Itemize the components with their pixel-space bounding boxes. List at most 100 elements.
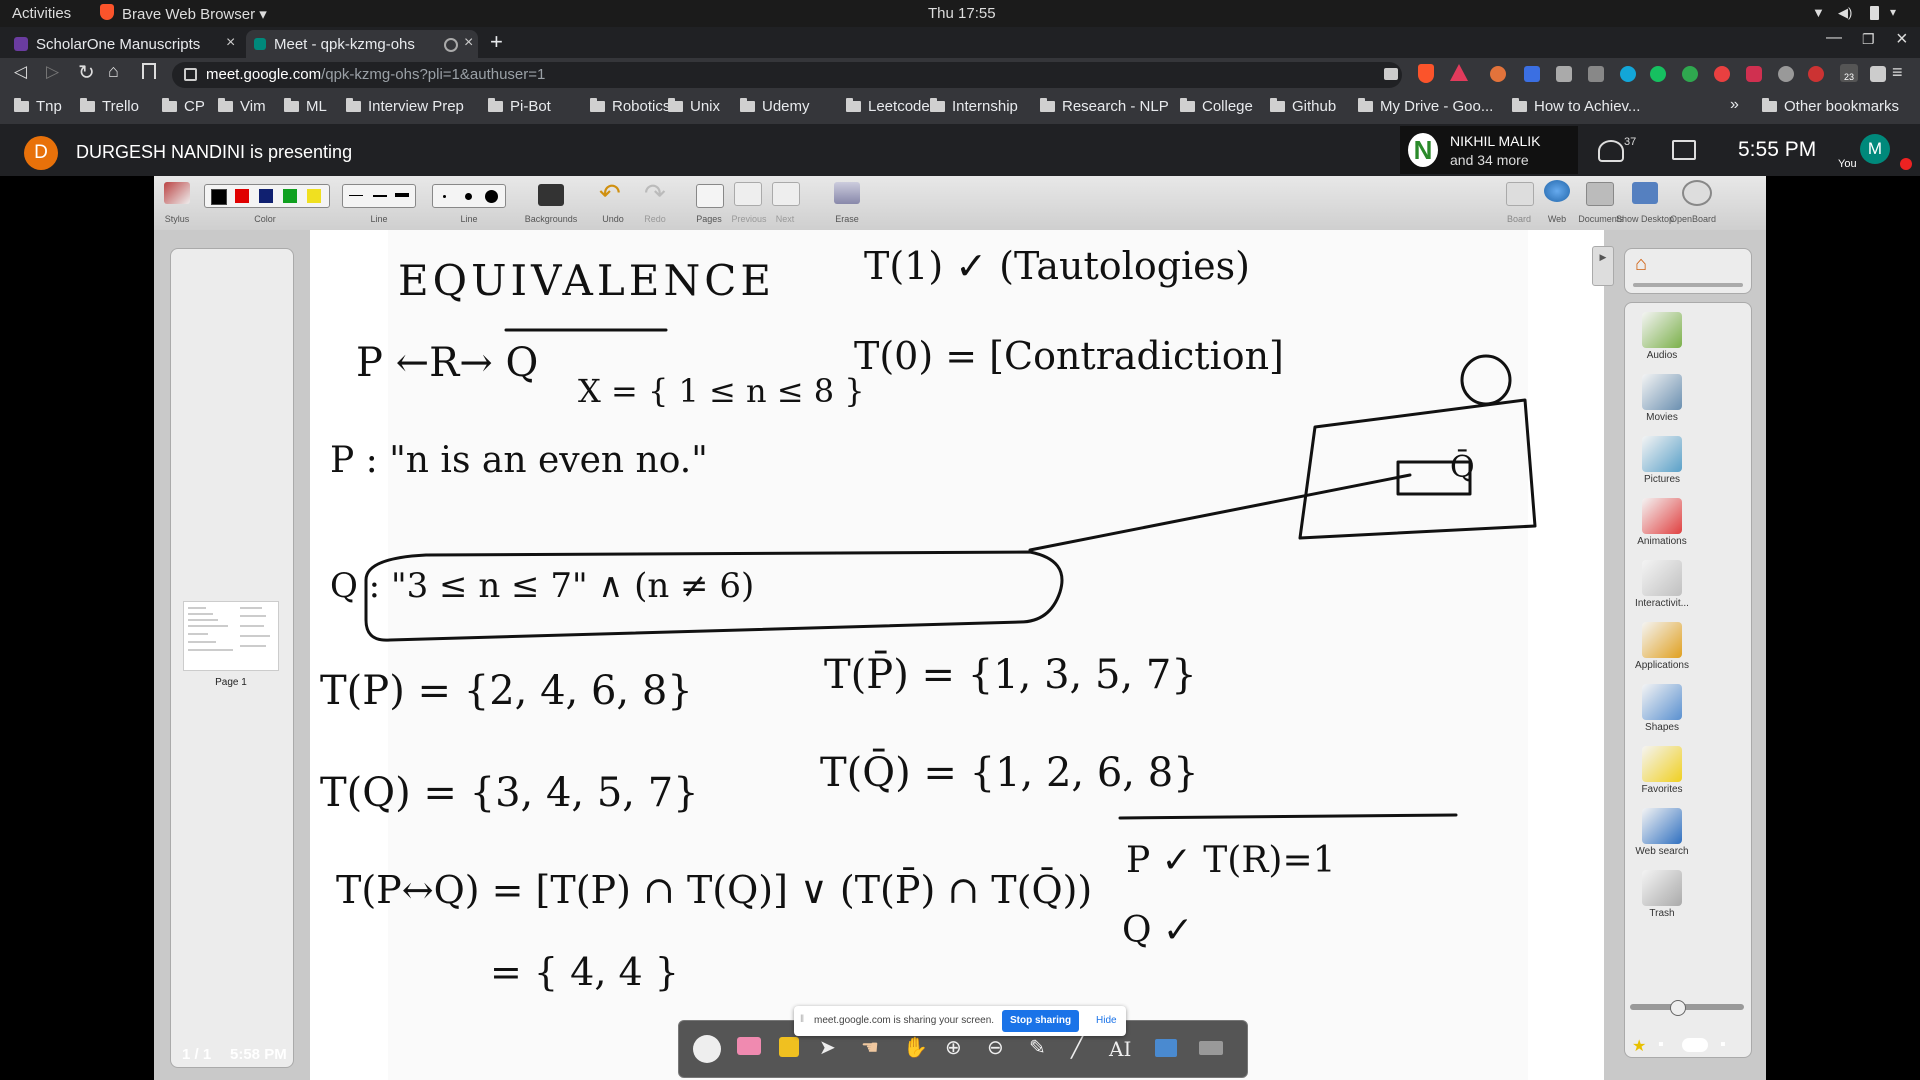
extension-badge-icon[interactable]: 23 — [1840, 64, 1858, 82]
color-swatch[interactable] — [211, 189, 227, 205]
extension-icon[interactable] — [1556, 66, 1572, 82]
bookmark-item[interactable]: Interview Prep — [346, 98, 464, 115]
back-button-icon[interactable]: ◁ — [14, 62, 27, 82]
bookmark-item[interactable]: How to Achiev... — [1512, 98, 1640, 115]
bookmark-item[interactable]: College — [1180, 98, 1253, 115]
forward-button-icon[interactable]: ▷ — [46, 62, 59, 82]
line-thin-icon[interactable] — [349, 195, 363, 196]
line-thick-icon[interactable] — [395, 193, 409, 197]
color-swatch[interactable] — [235, 189, 249, 203]
extension-icon[interactable] — [1870, 66, 1886, 82]
extension-icon[interactable] — [1778, 66, 1794, 82]
library-item[interactable]: Trash — [1632, 870, 1692, 919]
previous-page-icon[interactable] — [734, 182, 762, 206]
color-swatch[interactable] — [283, 189, 297, 203]
board-icon[interactable] — [1506, 182, 1534, 206]
tab-meet[interactable]: Meet - qpk-kzmg-ohs × — [246, 30, 478, 58]
library-item[interactable]: Interactivit... — [1632, 560, 1692, 609]
system-menu-chevron-icon[interactable]: ▾ — [1890, 5, 1896, 19]
laser-pointer-icon[interactable]: ✎ — [1029, 1035, 1046, 1060]
next-page-icon[interactable] — [772, 182, 800, 206]
line-tool-icon[interactable]: ╱ — [1071, 1035, 1083, 1060]
library-scrollbar[interactable] — [1633, 283, 1743, 287]
hide-button[interactable]: Hide — [1096, 1015, 1117, 1026]
new-tab-button[interactable]: + — [490, 29, 503, 55]
bookmark-item[interactable]: Research - NLP — [1040, 98, 1169, 115]
close-tab-icon[interactable]: × — [464, 34, 473, 52]
pen-tool-icon[interactable] — [693, 1035, 721, 1063]
brave-rewards-icon[interactable] — [1450, 64, 1468, 81]
extension-icon[interactable] — [1746, 66, 1762, 82]
participant-tile[interactable]: N NIKHIL MALIK and 34 more — [1400, 126, 1578, 174]
wifi-icon[interactable]: ▼ — [1812, 5, 1825, 20]
bookmark-item[interactable]: Udemy — [740, 98, 810, 115]
line-width-selector[interactable] — [342, 184, 416, 208]
bookmark-item[interactable]: Vim — [218, 98, 266, 115]
eraser-tool-icon[interactable] — [737, 1037, 761, 1055]
library-item[interactable]: Web search — [1632, 808, 1692, 857]
extension-icon[interactable] — [1714, 66, 1730, 82]
lock-icon[interactable] — [184, 68, 197, 81]
openboard-gear-icon[interactable] — [1682, 180, 1712, 206]
marker-tool-icon[interactable] — [779, 1037, 799, 1057]
line-medium-icon[interactable] — [373, 195, 387, 197]
collapse-library-button[interactable]: ▶ — [1592, 246, 1614, 286]
minimize-button[interactable]: — — [1826, 29, 1842, 47]
close-window-button[interactable]: × — [1896, 28, 1908, 51]
battery-icon[interactable] — [1870, 6, 1879, 20]
volume-icon[interactable]: ◀) — [1838, 5, 1852, 21]
extension-icon[interactable] — [1620, 66, 1636, 82]
web-globe-icon[interactable] — [1544, 180, 1570, 202]
erase-all-icon[interactable] — [834, 182, 860, 204]
stylus-icon[interactable] — [164, 182, 190, 204]
eraser-small-icon[interactable] — [443, 195, 446, 198]
new-folder-icon[interactable]: ▪ — [1658, 1036, 1664, 1054]
redo-icon[interactable]: ↷ — [644, 178, 666, 209]
bookmark-item[interactable]: Pi-Bot — [488, 98, 551, 115]
library-item[interactable]: Animations — [1632, 498, 1692, 547]
extension-icon[interactable] — [1650, 66, 1666, 82]
activities-button[interactable]: Activities — [12, 5, 71, 22]
eraser-size-selector[interactable] — [432, 184, 506, 208]
show-desktop-icon[interactable] — [1632, 182, 1658, 204]
extension-icon[interactable] — [1588, 66, 1604, 82]
other-bookmarks-folder[interactable]: Other bookmarks — [1762, 98, 1899, 115]
interact-tool-icon[interactable]: ☚ — [861, 1035, 879, 1060]
color-swatch[interactable] — [259, 189, 273, 203]
zoom-in-icon[interactable]: ⊕ — [945, 1035, 962, 1060]
tab-scholarone[interactable]: ScholarOne Manuscripts × — [6, 30, 244, 58]
library-item[interactable]: Pictures — [1632, 436, 1692, 485]
page-thumbnail[interactable] — [183, 601, 279, 671]
extension-icon[interactable] — [1490, 66, 1506, 82]
bookmarks-overflow-button[interactable]: » — [1730, 96, 1739, 114]
bookmark-item[interactable]: My Drive - Goo... — [1358, 98, 1493, 115]
color-swatch[interactable] — [307, 189, 321, 203]
camera-icon[interactable] — [1384, 68, 1398, 80]
drag-handle-icon[interactable]: ‖ — [800, 1014, 804, 1025]
library-item[interactable]: Shapes — [1632, 684, 1692, 733]
clock[interactable]: Thu 17:55 — [928, 5, 996, 22]
bookmark-item[interactable]: Unix — [668, 98, 720, 115]
library-item[interactable]: Movies — [1632, 374, 1692, 423]
bookmark-item[interactable]: Trello — [80, 98, 139, 115]
keyboard-icon[interactable] — [1199, 1041, 1223, 1055]
extension-icon[interactable] — [1808, 66, 1824, 82]
bookmark-item[interactable]: Robotics — [590, 98, 670, 115]
trash-small-icon[interactable]: ▪ — [1720, 1036, 1726, 1054]
bookmark-item[interactable]: ML — [284, 98, 327, 115]
library-item[interactable]: Favorites — [1632, 746, 1692, 795]
selector-tool-icon[interactable]: ➤ — [819, 1035, 836, 1060]
text-tool-icon[interactable]: AI — [1109, 1037, 1131, 1061]
bookmark-item[interactable]: CP — [162, 98, 205, 115]
extension-icon[interactable] — [1524, 66, 1540, 82]
pages-list[interactable]: Page 1 — [170, 248, 294, 1068]
self-avatar[interactable]: M — [1860, 134, 1890, 164]
bookmark-item[interactable]: Tnp — [14, 98, 62, 115]
capture-tool-icon[interactable] — [1155, 1039, 1177, 1057]
favorite-star-icon[interactable]: ★ — [1632, 1036, 1646, 1056]
undo-icon[interactable]: ↶ — [599, 178, 621, 209]
bookmark-item[interactable]: Leetcode — [846, 98, 930, 115]
documents-icon[interactable] — [1586, 182, 1614, 206]
app-menu[interactable]: Brave Web Browser ▾ — [122, 5, 267, 23]
reload-button-icon[interactable]: ↻ — [78, 60, 95, 85]
